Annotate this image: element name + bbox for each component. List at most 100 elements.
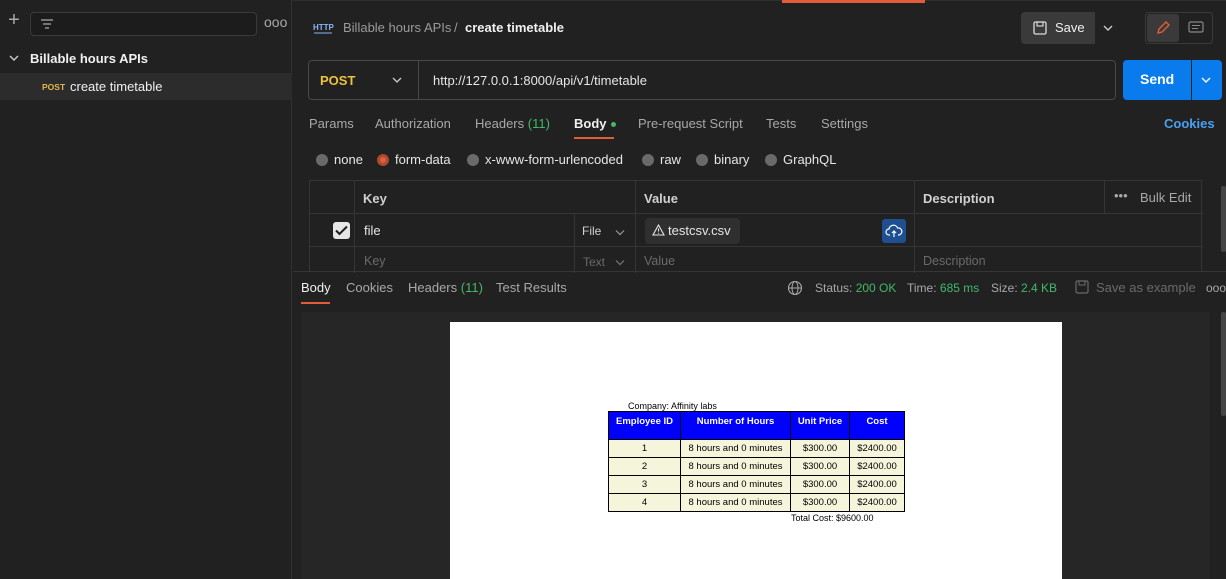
tab-settings[interactable]: Settings [821, 116, 868, 131]
cookies-link[interactable]: Cookies [1164, 116, 1215, 131]
doc-cell: $2400.00 [849, 475, 905, 494]
http-icon: HTTP [312, 18, 335, 38]
size-readout[interactable]: Size: 2.4 KB [991, 281, 1057, 295]
doc-col-unit-price: Unit Price [790, 411, 850, 440]
tab-prerequest-script[interactable]: Pre-request Script [638, 116, 743, 131]
doc-table-row: 3 8 hours and 0 minutes $300.00 $2400.00 [608, 475, 905, 494]
breadcrumb-separator: / [454, 20, 458, 35]
key-cell[interactable]: Key [354, 247, 575, 273]
doc-cell: $300.00 [790, 475, 850, 494]
header-description: Description [923, 191, 995, 206]
sidebar-more-icon[interactable]: ooo [264, 14, 287, 30]
radio-label: binary [714, 152, 750, 167]
breadcrumb-current[interactable]: create timetable [465, 20, 564, 35]
save-dropdown-button[interactable] [1096, 12, 1122, 44]
file-chip[interactable]: testcsv.csv [645, 218, 740, 244]
value-cell[interactable]: Value [635, 247, 914, 273]
new-item-button[interactable]: + [6, 10, 22, 30]
send-dropdown-button[interactable] [1192, 60, 1222, 100]
sidebar-filter-input[interactable] [30, 12, 257, 36]
upload-file-button[interactable] [882, 219, 906, 243]
radio-label: form-data [395, 152, 451, 167]
response-tab-body[interactable]: Body [301, 280, 331, 295]
breadcrumb-parent[interactable]: Billable hours APIs [343, 20, 451, 35]
response-tab-test-results[interactable]: Test Results [496, 280, 567, 295]
edit-button[interactable] [1147, 14, 1179, 42]
size-label: Size: [991, 281, 1018, 295]
pane-divider[interactable] [293, 271, 1226, 272]
tab-headers-label: Headers [475, 116, 525, 131]
url-bar: POST http://127.0.0.1:8000/api/v1/timeta… [308, 60, 1116, 100]
tab-headers[interactable]: Headers (11) [475, 116, 550, 131]
row-enabled-checkbox[interactable] [333, 222, 350, 239]
type-label: File [582, 224, 602, 238]
response-tab-cookies[interactable]: Cookies [346, 280, 393, 295]
row-key[interactable]: file [364, 223, 381, 238]
request-scrollbar[interactable] [1221, 186, 1226, 252]
description-cell[interactable] [914, 214, 1201, 246]
send-label: Send [1140, 71, 1175, 87]
doc-table-row: 2 8 hours and 0 minutes $300.00 $2400.00 [608, 457, 905, 476]
status-value: 200 OK [855, 281, 897, 295]
time-readout[interactable]: Time: 685 ms [907, 281, 979, 295]
response-headers-count: (11) [460, 280, 483, 295]
file-name: testcsv.csv [668, 223, 731, 238]
radio-circle [642, 154, 654, 166]
collection-name: Billable hours APIs [30, 51, 148, 66]
tab-params[interactable]: Params [309, 116, 354, 131]
url-input[interactable]: http://127.0.0.1:8000/api/v1/timetable [433, 73, 647, 88]
globe-icon[interactable] [787, 280, 803, 296]
doc-col-cost: Cost [849, 411, 905, 440]
status-readout[interactable]: Status: 200 OK [815, 281, 896, 295]
save-button[interactable]: Save [1021, 12, 1095, 44]
chevron-down-icon [1201, 77, 1211, 83]
key-cell[interactable] [354, 214, 575, 246]
tab-tests[interactable]: Tests [766, 116, 796, 131]
save-icon [1033, 21, 1047, 35]
type-select[interactable]: File [582, 224, 625, 238]
save-as-example-label: Save as example [1096, 280, 1196, 295]
active-tab-indicator [782, 0, 925, 3]
doc-cell: $300.00 [790, 493, 850, 512]
response-tab-headers[interactable]: Headers (11) [408, 280, 483, 295]
chevron-down-icon [392, 77, 402, 83]
sidebar: + ooo Billable hours APIs POST create ti… [0, 0, 292, 579]
doc-table-row: 1 8 hours and 0 minutes $300.00 $2400.00 [608, 439, 905, 458]
type-placeholder: Text [583, 255, 606, 269]
more-options-icon[interactable]: ••• [1114, 188, 1128, 203]
doc-table-header-row: Employee ID Number of Hours Unit Price C… [608, 411, 905, 440]
type-cell[interactable]: Text [574, 247, 635, 273]
doc-cell: 8 hours and 0 minutes [680, 475, 791, 494]
send-button[interactable]: Send [1123, 60, 1191, 100]
time-label: Time: [907, 281, 937, 295]
collection-item[interactable]: Billable hours APIs [0, 48, 292, 70]
doc-cell: 8 hours and 0 minutes [680, 493, 791, 512]
chevron-down-icon [615, 260, 625, 266]
table-row-placeholder: Key Text Value Description [310, 247, 1203, 273]
save-label: Save [1055, 20, 1085, 35]
doc-table-row: 4 8 hours and 0 minutes $300.00 $2400.00 [608, 493, 905, 512]
radio-label: none [334, 152, 363, 167]
doc-cell: $300.00 [790, 457, 850, 476]
sidebar-request-item[interactable]: POST create timetable [0, 73, 292, 100]
comments-button[interactable] [1182, 14, 1210, 42]
bulk-edit-button[interactable]: Bulk Edit [1140, 190, 1191, 205]
company-name: Company: Affinity labs [628, 401, 717, 411]
response-scrollbar[interactable] [1221, 312, 1226, 416]
method-select[interactable]: POST [309, 61, 419, 99]
doc-cell: 2 [608, 457, 681, 476]
tab-body[interactable]: Body [574, 116, 616, 131]
radio-label: x-www-form-urlencoded [485, 152, 623, 167]
doc-cell: $2400.00 [849, 457, 905, 476]
tab-authorization[interactable]: Authorization [375, 116, 451, 131]
doc-cell: 4 [608, 493, 681, 512]
response-headers-label: Headers [408, 280, 458, 295]
header-description-cell: Description [914, 181, 1104, 213]
status-label: Status: [815, 281, 853, 295]
description-cell[interactable]: Description [914, 247, 1201, 273]
chevron-down-icon [615, 230, 625, 236]
cloud-upload-icon [885, 224, 903, 237]
total-cost: Total Cost: $9600.00 [791, 513, 874, 523]
response-more-icon[interactable]: ooo [1206, 281, 1226, 295]
doc-cell: 1 [608, 439, 681, 458]
